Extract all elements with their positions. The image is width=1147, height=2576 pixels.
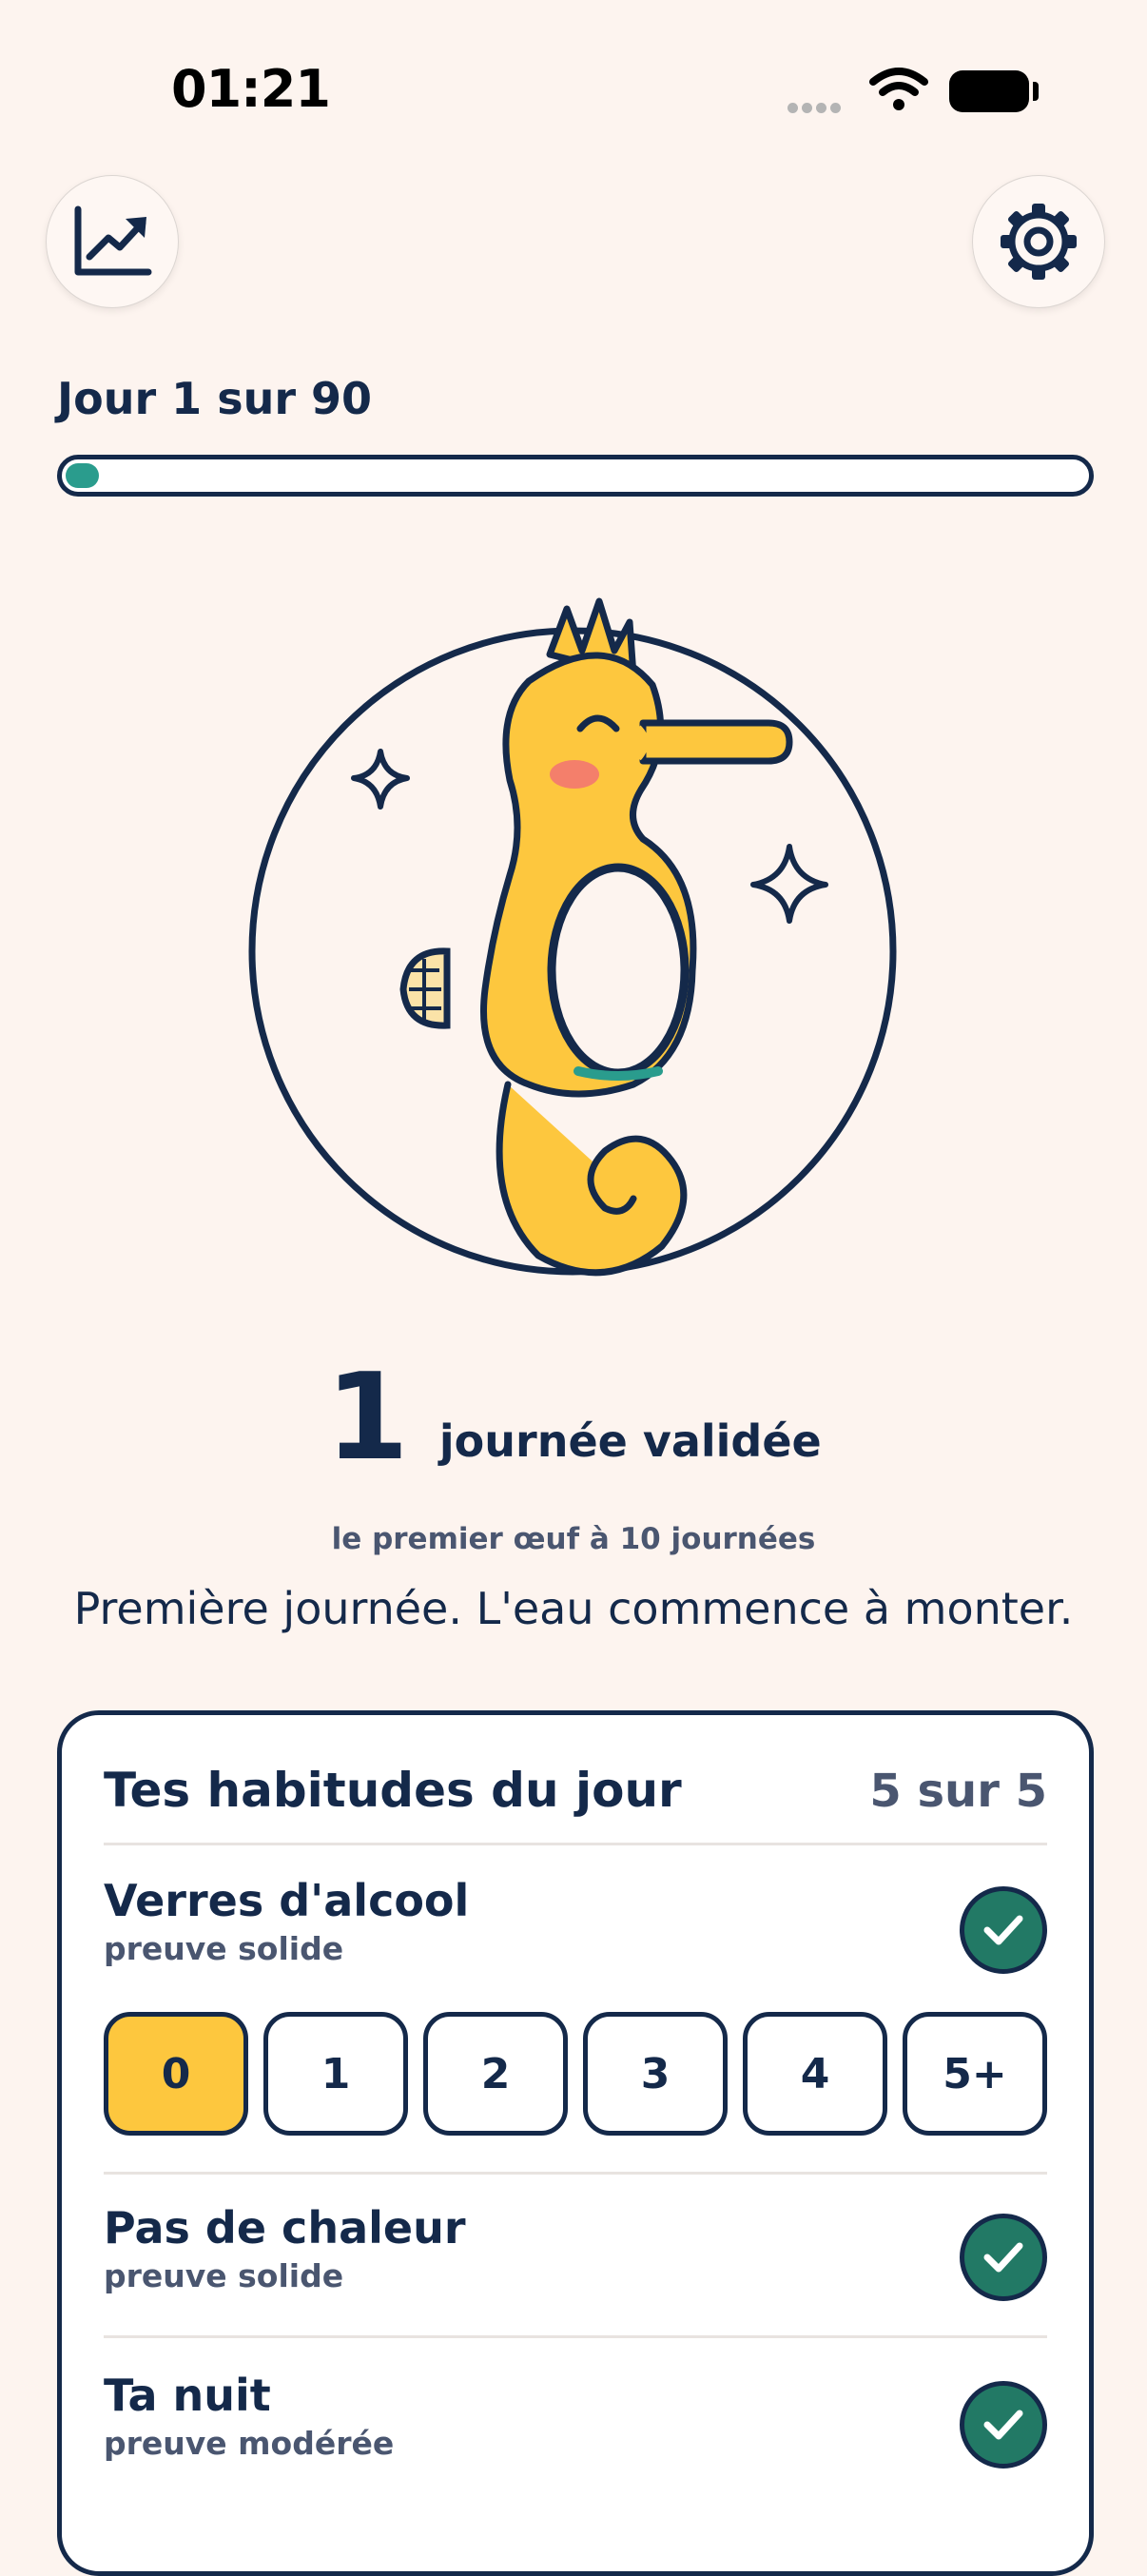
battery-icon [949,70,1029,112]
habit-evidence: preuve solide [104,1930,344,1967]
settings-button[interactable] [972,175,1105,308]
checkmark-icon [983,2410,1023,2440]
checkmark-icon [983,1915,1023,1945]
validated-days-count: 1 [325,1347,409,1487]
alcohol-option-0[interactable]: 0 [104,2012,248,2136]
alcohol-count-selector: 0 1 2 3 4 5+ [104,2012,1047,2136]
stats-button[interactable] [46,175,179,308]
wifi-icon [869,68,928,110]
seahorse-illustration [248,597,897,1277]
battery-tip [1033,82,1039,101]
divider [104,1843,1047,1845]
alcohol-option-3[interactable]: 3 [583,2012,728,2136]
alcohol-option-2[interactable]: 2 [423,2012,568,2136]
divider [104,2335,1047,2338]
alcohol-option-5-plus[interactable]: 5+ [903,2012,1047,2136]
checkmark-icon [983,2242,1023,2273]
alcohol-option-4[interactable]: 4 [743,2012,887,2136]
divider [104,2172,1047,2175]
day-progress-fill [66,463,99,488]
gear-icon [1001,204,1077,280]
habit-check-toggle[interactable] [960,2381,1047,2469]
daily-message: Première journée. L'eau commence à monte… [73,1583,1074,1634]
validated-days-row: 1 journée validée [0,1347,1147,1487]
day-progress-label: Jour 1 sur 90 [57,373,373,424]
habit-evidence: preuve solide [104,2257,344,2294]
status-time: 01:21 [171,59,331,119]
validated-days-label: journée validée [438,1415,822,1467]
trending-up-chart-icon [74,205,152,276]
habit-name: Pas de chaleur [104,2202,466,2254]
habits-card-title: Tes habitudes du jour [104,1763,682,1818]
alcohol-option-1[interactable]: 1 [263,2012,408,2136]
habit-check-toggle[interactable] [960,2214,1047,2301]
habit-name: Verres d'alcool [104,1875,470,1926]
habits-card-count: 5 sur 5 [869,1765,1047,1818]
day-progress-bar [57,455,1094,497]
next-milestone-text: le premier œuf à 10 journées [331,1522,816,1556]
habits-card: Tes habitudes du jour 5 sur 5 Verres d'a… [57,1710,1094,2576]
habit-name: Ta nuit [104,2370,271,2421]
habit-check-toggle[interactable] [960,1886,1047,1974]
signal-dots-icon [787,99,852,113]
habit-evidence: preuve modérée [104,2425,395,2462]
